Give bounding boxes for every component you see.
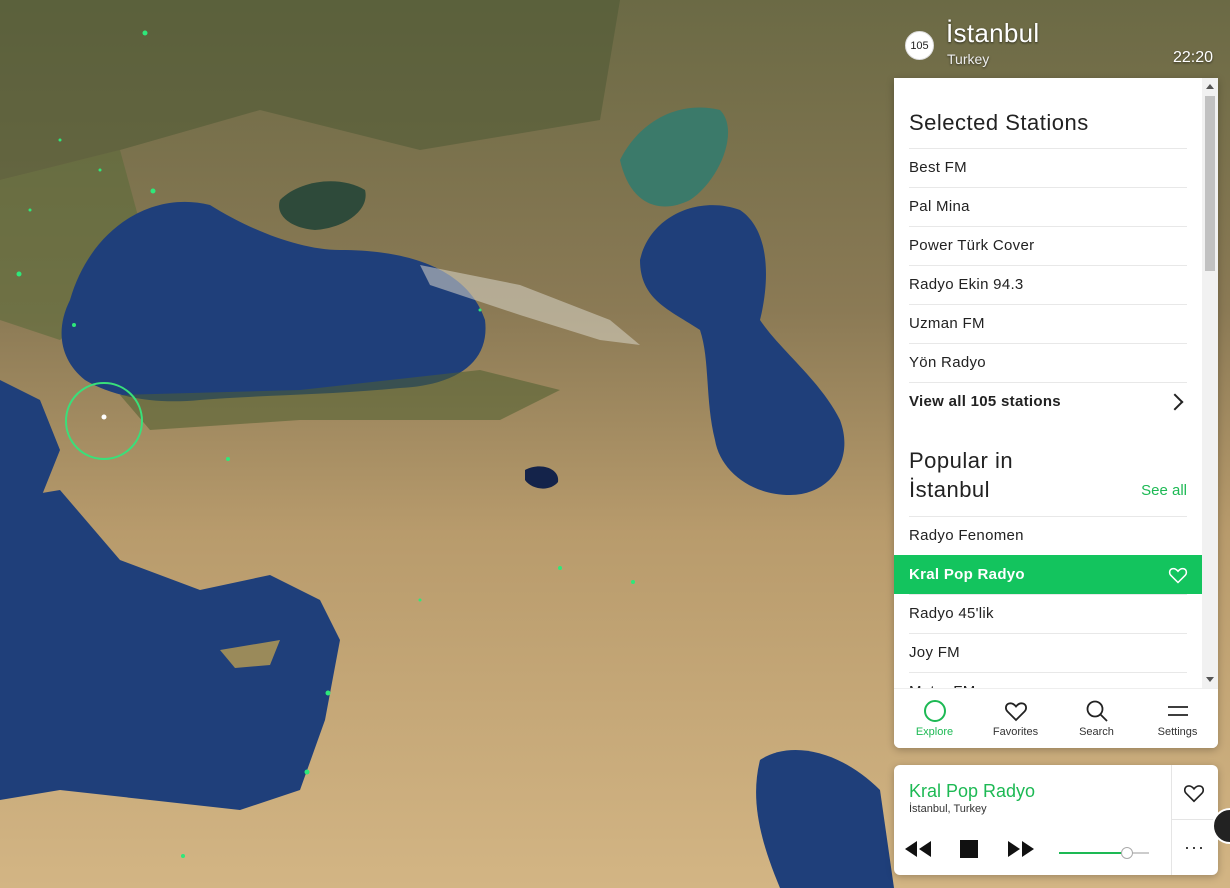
nav-explore[interactable]: Explore <box>894 689 975 748</box>
see-all-link[interactable]: See all <box>1141 482 1187 499</box>
station-item[interactable]: Radyo Ekin 94.3 <box>909 265 1187 304</box>
popular-station-item[interactable]: Radyo 45'lik <box>909 594 1187 633</box>
now-playing-location: İstanbul, Turkey <box>909 803 987 815</box>
popular-title: Popular in İstanbul <box>909 446 1013 504</box>
station-count-badge[interactable]: 105 <box>905 31 934 60</box>
selected-stations-list: Best FM Pal Mina Power Türk Cover Radyo Eki… <box>909 148 1187 421</box>
nav-favorites-label: Favorites <box>992 726 1039 738</box>
nav-favorites[interactable]: Favorites <box>975 689 1056 748</box>
volume-slider[interactable] <box>1059 847 1149 859</box>
scrollbar-thumb[interactable] <box>1205 96 1215 271</box>
scroll-up-arrow-icon[interactable] <box>1206 84 1214 89</box>
heart-icon <box>1004 702 1027 722</box>
local-time: 22:20 <box>1172 49 1213 66</box>
panel-scrollbar[interactable] <box>1202 78 1218 688</box>
station-item[interactable]: Pal Mina <box>909 187 1187 226</box>
popular-title-line2: İstanbul <box>909 477 991 502</box>
search-icon <box>1086 700 1108 722</box>
popular-title-line1: Popular in <box>909 448 1014 473</box>
station-item[interactable]: Best FM <box>909 148 1187 187</box>
nav-search[interactable]: Search <box>1056 689 1137 748</box>
active-station-label: Kral Pop Radyo <box>909 566 1025 583</box>
view-all-stations-link[interactable]: View all 105 stations <box>909 382 1187 421</box>
city-marker-dot[interactable] <box>101 414 107 420</box>
menu-icon <box>1167 706 1188 716</box>
volume-fill <box>1059 852 1127 854</box>
stations-panel: Selected Stations Best FM Pal Mina Power T… <box>894 78 1218 748</box>
view-all-label: View all 105 stations <box>909 393 1061 410</box>
nav-settings-label: Settings <box>1157 726 1198 738</box>
nav-settings[interactable]: Settings <box>1137 689 1218 748</box>
popular-stations-list: Radyo Fenomen Kral Pop Radyo Radyo 45'lik J… <box>894 516 1202 688</box>
popular-station-item[interactable]: Joy FM <box>909 633 1187 672</box>
fast-forward-icon <box>1008 841 1034 857</box>
city-name: İstanbul <box>946 18 1040 48</box>
bottom-nav: Explore Favorites Search Settings <box>894 688 1218 748</box>
stop-icon <box>960 840 978 858</box>
station-item[interactable]: Uzman FM <box>909 304 1187 343</box>
country-name: Turkey <box>947 51 990 67</box>
now-playing-station[interactable]: Kral Pop Radyo <box>909 781 1035 802</box>
fast-forward-button[interactable] <box>1006 839 1036 864</box>
city-header: 105 İstanbul Turkey 22:20 <box>905 18 1225 74</box>
explore-icon <box>923 700 946 722</box>
player-divider-h <box>1171 819 1218 820</box>
rewind-button[interactable] <box>903 839 933 864</box>
rewind-icon <box>905 841 931 857</box>
stop-button[interactable] <box>959 839 979 864</box>
heart-icon[interactable] <box>1168 565 1188 585</box>
selected-stations-title: Selected Stations <box>909 110 1089 135</box>
mini-player: Kral Pop Radyo İstanbul, Turkey ··· <box>894 765 1218 875</box>
heart-icon <box>1183 785 1205 803</box>
popular-station-item[interactable]: Radyo Fenomen <box>909 516 1187 555</box>
favorite-button[interactable] <box>1183 782 1205 809</box>
more-options-button[interactable]: ··· <box>1184 837 1205 858</box>
nav-search-label: Search <box>1079 726 1114 738</box>
popular-station-item[interactable]: Kral Pop Radyo <box>894 555 1202 594</box>
station-item[interactable]: Yön Radyo <box>909 343 1187 382</box>
scroll-down-arrow-icon[interactable] <box>1206 677 1214 682</box>
player-divider <box>1171 765 1172 875</box>
nav-explore-label: Explore <box>915 726 954 738</box>
popular-station-item[interactable]: Metro FM <box>909 672 1187 688</box>
panel-scroll-area[interactable]: Selected Stations Best FM Pal Mina Power T… <box>894 78 1202 688</box>
volume-knob[interactable] <box>1120 847 1133 859</box>
station-item[interactable]: Power Türk Cover <box>909 226 1187 265</box>
chevron-right-icon <box>1166 393 1184 411</box>
